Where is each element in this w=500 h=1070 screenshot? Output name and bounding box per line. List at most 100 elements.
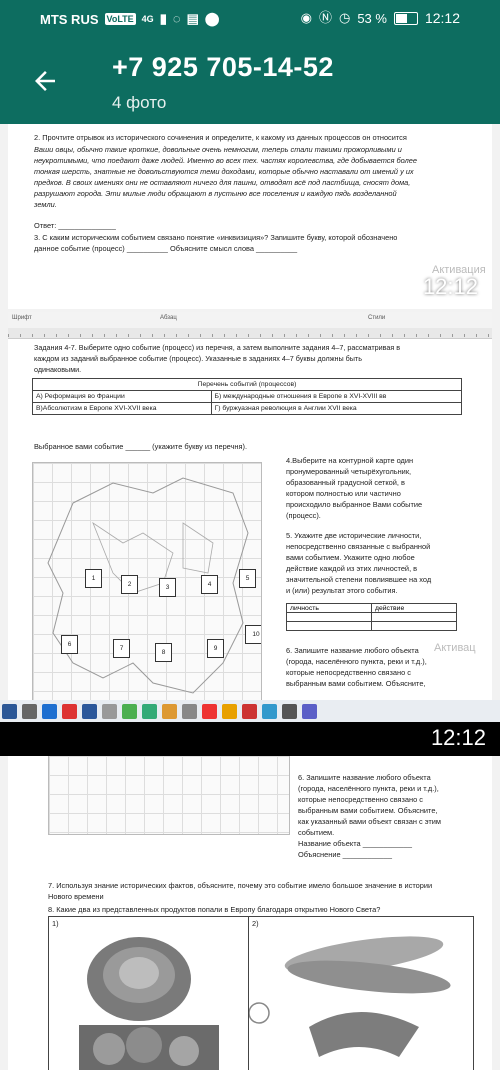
whatsapp-icon: ◌ xyxy=(172,11,181,26)
photo-timestamp: 12:12 xyxy=(422,274,478,299)
task-4-line: образованный градусной сеткой, в xyxy=(286,478,405,487)
quote-line: разрушают города. Эти милые люди обращаю… xyxy=(34,189,397,198)
ribbon-font: Шрифт xyxy=(12,315,32,321)
task-4-line: котором полностью или частично xyxy=(286,489,401,498)
task-6-line: Название объекта ____________ xyxy=(298,839,413,848)
taskbar-app-icon xyxy=(102,703,117,719)
edge-icon xyxy=(42,703,57,719)
photo-1[interactable]: 2. Прочтите отрывок из исторического соч… xyxy=(8,124,492,309)
action-cell xyxy=(371,621,457,631)
event-b: Б) международные отношения в Европе в XV… xyxy=(210,390,463,403)
taskbar-app-icon xyxy=(122,703,137,719)
chrome-icon xyxy=(222,703,237,719)
map-box-1: 1 xyxy=(85,569,102,588)
person-cell xyxy=(286,621,372,631)
photo-3[interactable]: 6. Запишите название любого объекта (гор… xyxy=(8,756,492,1070)
battery-icon xyxy=(393,11,418,25)
task-2-text: 2. Прочтите отрывок из исторического соч… xyxy=(34,133,407,142)
map-box-5: 5 xyxy=(239,569,256,588)
contour-map-fragment xyxy=(48,756,290,835)
carrier-label: MTS RUS xyxy=(40,11,99,27)
clock: 12:12 xyxy=(424,10,460,26)
task-5-line: вами событием. Укажите одно любое xyxy=(286,553,415,562)
event-d: Г) буржуазная революция в Англии XVII ве… xyxy=(210,402,463,415)
location-icon: ⬤ xyxy=(204,11,220,26)
status-bar: MTS RUS VoLTE 4G ▮ ◌ ▤ ⬤ ◉ Ⓝ ◷ 53 % 12:1… xyxy=(0,0,500,38)
task-6-line: как указанный вами объект связан с этим xyxy=(298,817,441,826)
taskbar-app-icon xyxy=(282,703,297,719)
taskbar-app-icon xyxy=(262,703,277,719)
photo-2[interactable]: Шрифт Абзац Стили Задания 4-7. Выберите … xyxy=(8,312,492,730)
taskbar-app-icon xyxy=(182,703,197,719)
task-7-line: Нового времени xyxy=(48,892,104,901)
map-box-2: 2 xyxy=(121,575,138,594)
task-5-line: 5. Укажите две исторические личности, xyxy=(286,531,422,540)
map-box-9: 9 xyxy=(207,639,224,658)
signal-icon: ▮ xyxy=(159,11,167,26)
task-6-line: событием. xyxy=(298,828,335,837)
start-icon xyxy=(2,703,17,719)
task-6-line: (города, населённого пункта, реки и т.д.… xyxy=(286,657,427,666)
nfc-icon: Ⓝ xyxy=(318,10,332,25)
person-cell xyxy=(286,612,372,622)
map-box-8: 8 xyxy=(155,643,172,662)
quote-line: неукротимыми, что поедают даже людей. Им… xyxy=(34,156,417,165)
taskbar-app-icon xyxy=(242,703,257,719)
cabbage-image xyxy=(79,937,219,1070)
ruler xyxy=(8,328,492,339)
word-icon xyxy=(82,703,97,719)
map-box-3: 3 xyxy=(159,578,176,597)
eye-icon: ◉ xyxy=(300,10,312,25)
task-4-line: 4.Выберите на контурной карте один xyxy=(286,456,414,465)
task-5-text: 5. Укажите две исторические личности, не… xyxy=(286,530,466,596)
task-4-line: происходило выбранное Вами событие xyxy=(286,500,423,509)
contour-map: 1 2 3 4 5 6 7 8 9 10 xyxy=(32,462,262,714)
task-7-line: 7. Используя знание исторических фактов,… xyxy=(48,881,433,890)
task-4-text: 4.Выберите на контурной карте один прону… xyxy=(286,455,466,521)
corn-image xyxy=(249,936,451,1057)
col-person: личность xyxy=(286,603,372,613)
volte-badge: VoLTE xyxy=(104,13,136,25)
task-5-line: непосредственно связанные с выбранной xyxy=(286,542,431,551)
ribbon-paragraph: Абзац xyxy=(160,315,177,321)
task-6-line: выбранным вами событием. Объясните, xyxy=(286,679,426,688)
task-3-text: 3. С каким историческим событием связано… xyxy=(34,233,398,242)
task-3b-text: данное событие (процесс) __________ Объя… xyxy=(34,244,298,253)
quote-line: земли. xyxy=(34,200,57,209)
events-table-title: Перечень событий (процессов) xyxy=(32,378,462,391)
activation-watermark: Активац xyxy=(434,642,476,654)
task-7-text: 7. Используя знание исторических фактов,… xyxy=(48,880,478,902)
task-5-line: и (или) результат этого события. xyxy=(286,586,398,595)
task-5-line: значительной степени повлиявшее на ход xyxy=(286,575,432,584)
back-arrow-icon[interactable] xyxy=(30,66,60,96)
map-box-7: 7 xyxy=(113,639,130,658)
photo-count: 4 фото xyxy=(112,93,167,112)
task-6-line: 6. Запишите название любого объекта xyxy=(298,773,431,782)
events-table: Перечень событий (процессов) А) Реформац… xyxy=(32,378,463,415)
message-icon: ▤ xyxy=(186,11,199,26)
task-6-line: Объяснение ____________ xyxy=(298,850,392,859)
photo-2-caption-bar: 12:12 xyxy=(0,722,500,756)
quote-block: Ваши овцы, обычно такие кроткие, довольн… xyxy=(34,144,474,210)
product-cell-2: 2) xyxy=(248,916,474,1070)
video-control-icon[interactable] xyxy=(249,1002,270,1024)
battery-percent: 53 % xyxy=(357,10,387,26)
taskbar-app-icon xyxy=(22,703,37,719)
map-box-4: 4 xyxy=(201,575,218,594)
taskbar-app-icon xyxy=(162,703,177,719)
ribbon-styles: Стили xyxy=(368,315,386,321)
product-cell-1: 1) xyxy=(48,916,250,1070)
network-label: 4G xyxy=(141,14,154,24)
word-ribbon: Шрифт Абзац Стили xyxy=(8,312,492,329)
opera-icon xyxy=(62,703,77,719)
taskbar-app-icon xyxy=(142,703,157,719)
map-box-6: 6 xyxy=(61,635,78,654)
quote-line: предков. В своих имениях они не оставляю… xyxy=(34,178,411,187)
task-8-text: 8. Какие два из представленных продуктов… xyxy=(48,905,381,914)
heading-line: одинаковыми. xyxy=(34,365,82,374)
action-cell xyxy=(371,612,457,622)
event-a: А) Реформация во Франции xyxy=(32,390,212,403)
contact-title[interactable]: +7 925 705-14-52 xyxy=(112,52,334,83)
persons-table: личность действие xyxy=(286,603,457,631)
answer-line: Ответ: ______________ xyxy=(34,221,116,230)
